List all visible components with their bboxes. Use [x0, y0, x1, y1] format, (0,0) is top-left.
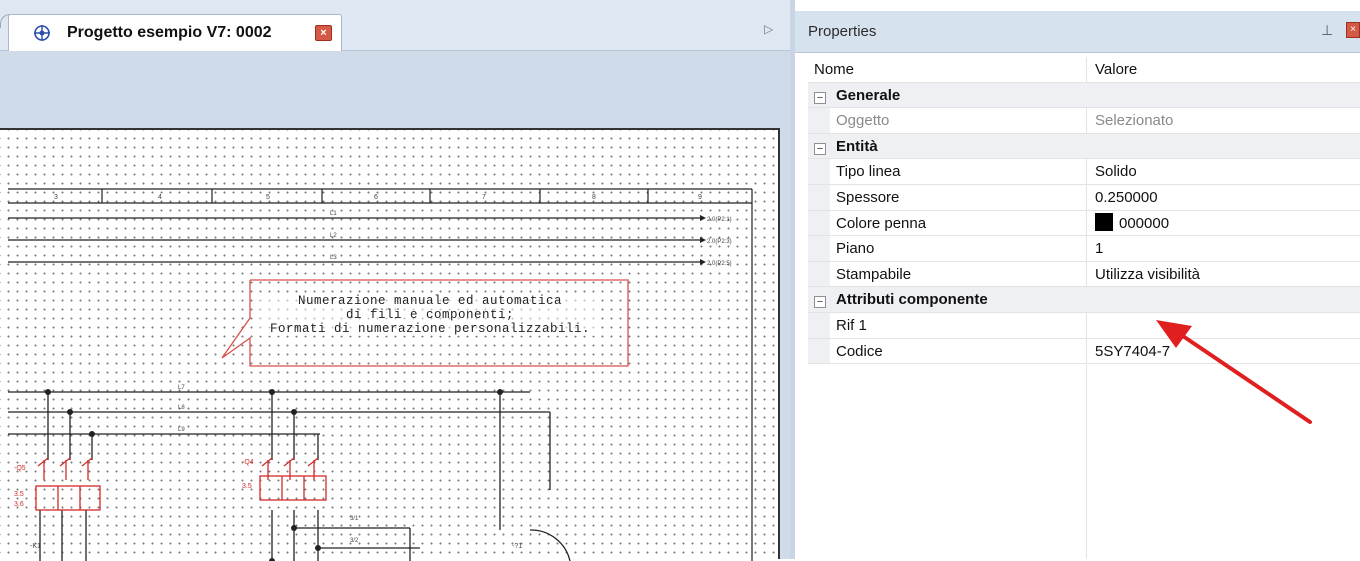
- svg-text:4: 4: [158, 194, 162, 201]
- tab-close-button[interactable]: ×: [315, 25, 332, 41]
- svg-text:5: 5: [266, 194, 270, 201]
- svg-text:9: 9: [698, 194, 702, 201]
- group-generale[interactable]: − Generale: [808, 82, 1360, 109]
- svg-text:8: 8: [592, 194, 596, 201]
- property-value[interactable]: Solido: [1086, 159, 1360, 184]
- property-row-spessore[interactable]: Spessore 0.250000: [808, 184, 1360, 211]
- property-name: Tipo linea: [836, 163, 901, 181]
- collapse-icon[interactable]: −: [814, 91, 826, 104]
- svg-text:2.0(P2:1): 2.0(P2:1): [707, 217, 732, 223]
- property-row-oggetto[interactable]: Oggetto Selezionato: [808, 108, 1360, 134]
- svg-text:2.0(P2:3): 2.0(P2:3): [707, 239, 732, 245]
- drawing-canvas[interactable]: 3 4 5 6 7 8 9 2.0(P2:1) 2.0(P2:3) 2.0(P2:5) L…: [0, 128, 780, 561]
- property-value-color[interactable]: 000000: [1086, 210, 1360, 236]
- svg-text:-?1: -?1: [512, 543, 522, 550]
- svg-text:L1: L1: [330, 211, 337, 217]
- svg-text:3/2: 3/2: [350, 538, 359, 544]
- red-arrow-annotation: [1156, 320, 1312, 424]
- property-name: Stampabile: [836, 265, 912, 283]
- property-grid-header: Nome Valore: [808, 57, 1360, 83]
- svg-text:2.0(P2:5): 2.0(P2:5): [707, 261, 732, 267]
- properties-panel: Properties ⊥ × Nome Valore − Generale Ogg…: [790, 0, 1360, 559]
- property-name: Colore penna: [836, 214, 927, 232]
- tab-document-title: Progetto esempio V7: 0002: [67, 24, 272, 41]
- svg-text:L2: L2: [330, 233, 337, 239]
- property-row-stampabile[interactable]: Stampabile Utilizza visibilità: [808, 261, 1360, 288]
- schematic-drawing: 3 4 5 6 7 8 9 2.0(P2:1) 2.0(P2:3) 2.0(P2:5) L…: [8, 188, 753, 561]
- note-line-1: Numerazione manuale ed automatica: [297, 294, 563, 308]
- svg-text:3.5: 3.5: [242, 483, 252, 490]
- column-header-value[interactable]: Valore: [1086, 57, 1360, 82]
- column-header-name[interactable]: Nome: [808, 57, 1086, 82]
- svg-text:L9: L9: [178, 427, 185, 433]
- property-name: Oggetto: [836, 112, 890, 130]
- document-area: Progetto esempio V7: 0002 × ▷ 3 4 5 6 7 8 9 2…: [0, 0, 790, 561]
- property-value[interactable]: 0.250000: [1086, 184, 1360, 210]
- property-row-tipo-linea[interactable]: Tipo linea Solido: [808, 159, 1360, 185]
- property-value: Selezionato: [1086, 108, 1360, 133]
- collapse-icon[interactable]: −: [814, 296, 826, 309]
- group-attributi-componente[interactable]: − Attributi componente: [808, 287, 1360, 313]
- annotation-note: Numerazione manuale ed automatica di fil…: [260, 294, 600, 336]
- property-name: Codice: [836, 342, 883, 360]
- svg-text:L8: L8: [178, 405, 185, 411]
- group-label: Attributi componente: [836, 291, 988, 309]
- svg-text:-Q5: -Q5: [14, 465, 26, 472]
- svg-text:-Q4: -Q4: [242, 459, 254, 466]
- svg-text:L7: L7: [178, 385, 185, 391]
- group-entita[interactable]: − Entità: [808, 133, 1360, 160]
- note-line-3: Formati di numerazione personalizzabili.: [269, 322, 591, 336]
- svg-text:3: 3: [54, 194, 58, 201]
- note-line-2: di fili e componenti;: [345, 308, 515, 322]
- pin-icon[interactable]: ⊥: [1321, 22, 1333, 39]
- group-label: Entità: [836, 137, 878, 155]
- document-tab-strip: Progetto esempio V7: 0002 × ▷: [0, 0, 790, 51]
- svg-text:3.6: 3.6: [14, 501, 24, 508]
- svg-text:L3: L3: [330, 255, 337, 261]
- collapse-icon[interactable]: −: [814, 142, 826, 155]
- property-row-colore-penna[interactable]: Colore penna 000000: [808, 210, 1360, 237]
- property-value[interactable]: 1: [1086, 236, 1360, 261]
- svg-text:6: 6: [374, 194, 378, 201]
- properties-close-button[interactable]: ×: [1346, 22, 1360, 38]
- property-value[interactable]: Utilizza visibilità: [1086, 261, 1360, 287]
- property-name: Piano: [836, 240, 875, 258]
- property-name: Spessore: [836, 188, 900, 206]
- color-swatch[interactable]: [1095, 212, 1113, 231]
- tab-document[interactable]: Progetto esempio V7: 0002 ×: [8, 14, 342, 51]
- svg-text:7: 7: [482, 194, 486, 201]
- properties-header: Properties ⊥ ×: [795, 11, 1360, 53]
- property-row-piano[interactable]: Piano 1: [808, 236, 1360, 262]
- project-icon: [34, 25, 50, 41]
- svg-text:-K1: -K1: [30, 543, 41, 550]
- svg-text:3.5: 3.5: [14, 491, 24, 498]
- color-hex: 000000: [1119, 214, 1170, 232]
- group-label: Generale: [836, 86, 901, 104]
- properties-title: Properties: [808, 23, 877, 40]
- tab-scroll-right-icon[interactable]: ▷: [764, 22, 773, 36]
- property-name: Rif 1: [836, 316, 867, 334]
- svg-text:3/1: 3/1: [350, 516, 359, 522]
